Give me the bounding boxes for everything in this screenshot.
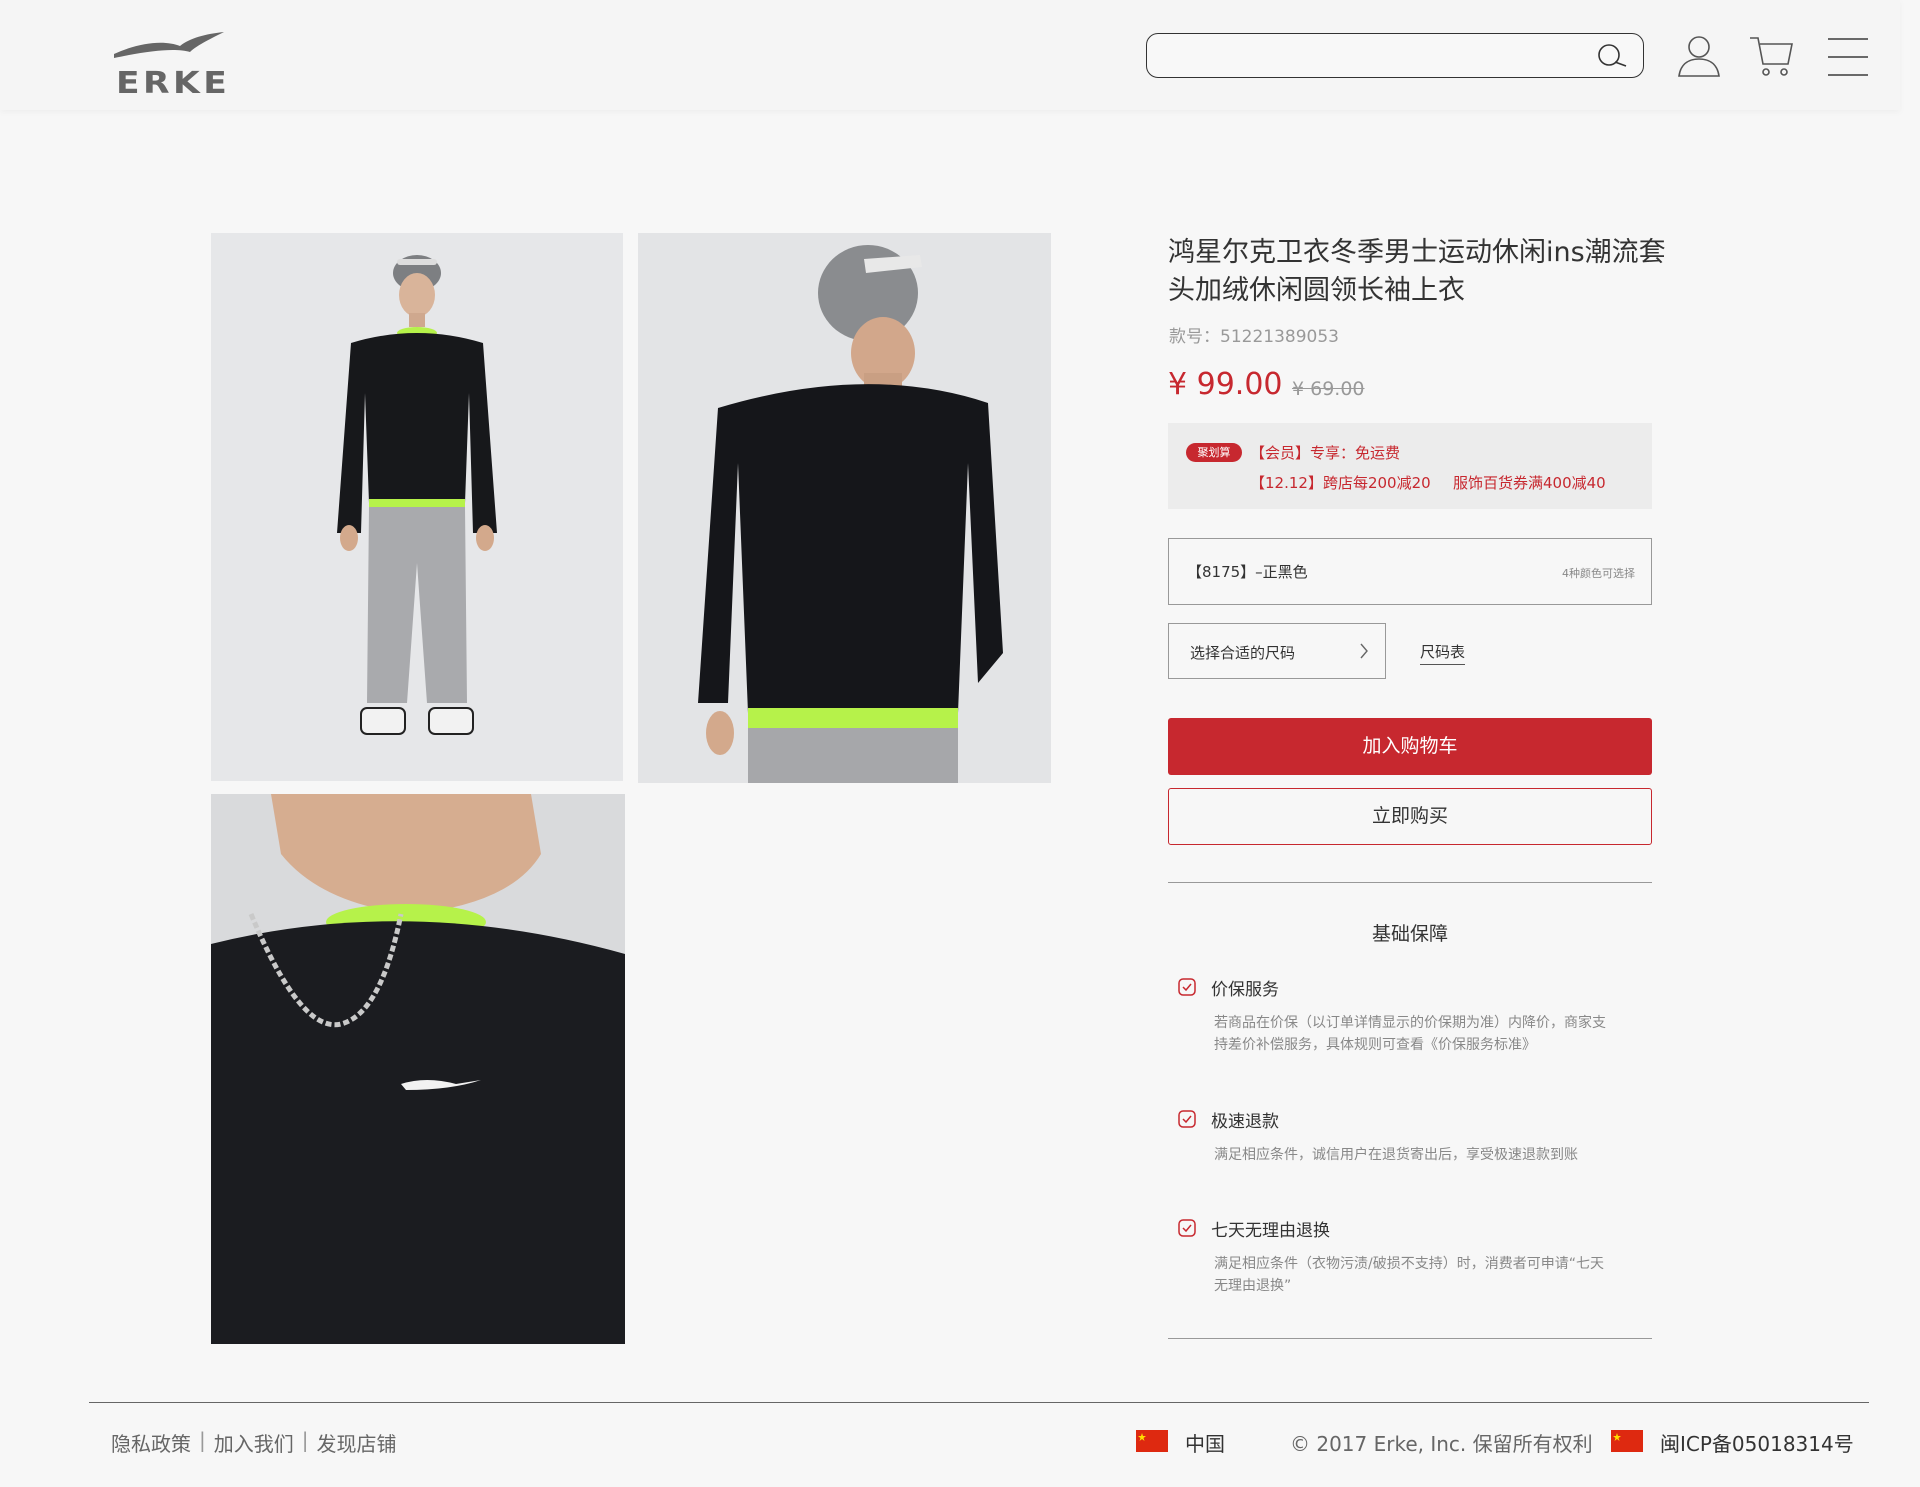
- product-sku: 款号：51221389053: [1169, 327, 1339, 347]
- buy-now-button[interactable]: 立即购买: [1168, 788, 1652, 845]
- product-image-back[interactable]: [638, 233, 1051, 783]
- color-selected-label: 【8175】–正黑色: [1187, 563, 1308, 581]
- icp-license-link[interactable]: 闽ICP备05018314号: [1660, 1428, 1854, 1457]
- color-count: 4种颜色可选择: [1562, 567, 1635, 580]
- erke-logo[interactable]: ERKE: [110, 28, 228, 101]
- add-to-cart-button[interactable]: 加入购物车: [1168, 718, 1652, 775]
- search-input[interactable]: [1161, 42, 1585, 70]
- guarantee-desc: 若商品在价保（以订单详情显示的价保期为准）内降价，商家支持差价补偿服务，具体规则…: [1214, 1015, 1606, 1053]
- check-box-icon: [1178, 1219, 1196, 1237]
- product-image-front[interactable]: [211, 233, 623, 781]
- search-box[interactable]: [1146, 33, 1644, 78]
- check-box-icon: [1178, 978, 1196, 996]
- promo-badge: 聚划算: [1186, 443, 1242, 462]
- size-chart-link[interactable]: 尺码表: [1420, 641, 1466, 665]
- link-separator: |: [301, 1428, 309, 1452]
- promo-cross-store: 【12.12】跨店每200减20: [1250, 474, 1431, 492]
- china-flag-icon[interactable]: [1136, 1430, 1168, 1452]
- china-flag-icon: [1611, 1430, 1643, 1452]
- guarantee-name: 七天无理由退换: [1211, 1221, 1330, 1241]
- footer-links: 隐私政策 | 加入我们 | 发现店铺: [111, 1428, 405, 1457]
- color-selector[interactable]: 【8175】–正黑色 4种颜色可选择: [1168, 538, 1652, 605]
- promo-member-shipping: 【会员】专享：免运费: [1250, 444, 1401, 462]
- original-price: ¥ 69.00: [1292, 378, 1365, 400]
- product-price: ¥ 99.00: [1168, 367, 1283, 402]
- promotion-box: 聚划算 【会员】专享：免运费 【12.12】跨店每200减20 服饰百货券满40…: [1168, 423, 1652, 509]
- logo-text: ERKE: [116, 66, 231, 101]
- country-selector[interactable]: 中国: [1185, 1428, 1225, 1457]
- divider: [1168, 1338, 1652, 1339]
- guarantee-desc: 满足相应条件（衣物污渍/破损不支持）时，消费者可申请“七天无理由退换”: [1214, 1256, 1604, 1294]
- divider: [1168, 882, 1652, 883]
- footer-divider: [89, 1402, 1869, 1403]
- size-selector[interactable]: 选择合适的尺码: [1168, 623, 1386, 679]
- copyright-text: © 2017 Erke, Inc. 保留所有权利: [1290, 1432, 1593, 1456]
- size-selector-label: 选择合适的尺码: [1190, 644, 1296, 662]
- link-separator: |: [199, 1428, 206, 1452]
- guarantee-name: 极速退款: [1211, 1112, 1279, 1132]
- guarantee-desc: 满足相应条件，诚信用户在退货寄出后，享受极速退款到账: [1214, 1147, 1578, 1163]
- chevron-right-icon: [1360, 643, 1368, 659]
- menu-icon[interactable]: [1826, 36, 1870, 78]
- cart-icon[interactable]: [1748, 32, 1796, 80]
- promo-coupon: 服饰百货券满400减40: [1453, 474, 1606, 492]
- product-title: 鸿星尔克卫衣冬季男士运动休闲ins潮流套头加绒休闲圆领长袖上衣: [1168, 237, 1666, 306]
- find-store-link[interactable]: 发现店铺: [309, 1428, 405, 1457]
- privacy-policy-link[interactable]: 隐私政策: [111, 1428, 199, 1457]
- search-icon[interactable]: [1595, 42, 1629, 70]
- guarantee-name: 价保服务: [1211, 980, 1279, 1000]
- user-icon[interactable]: [1675, 32, 1723, 80]
- guarantee-title: 基础保障: [1371, 923, 1448, 945]
- product-image-detail[interactable]: [211, 794, 625, 1344]
- join-us-link[interactable]: 加入我们: [206, 1428, 302, 1457]
- check-box-icon: [1178, 1110, 1196, 1128]
- logo-swoosh-icon: [114, 32, 224, 58]
